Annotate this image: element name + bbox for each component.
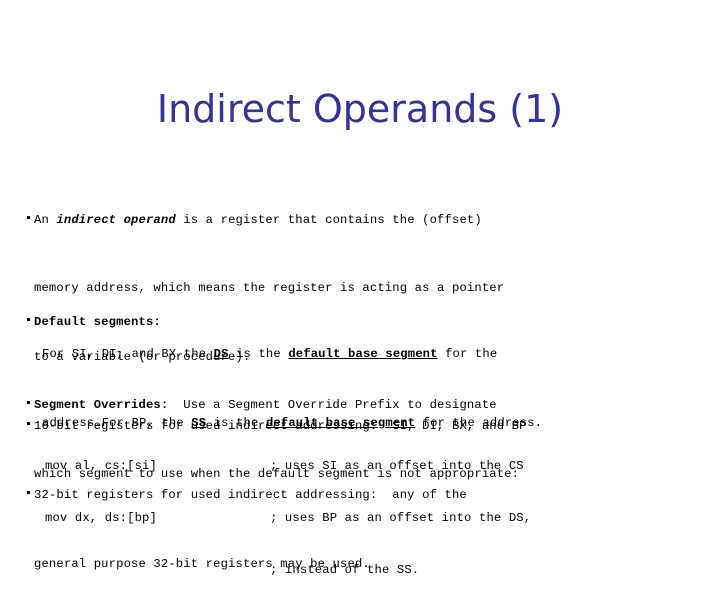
intro-b1-rest: is a register that contains the (offset) <box>175 212 482 227</box>
list-item: An indirect operand is a register that c… <box>27 212 527 229</box>
code-comment-line: ; instead of the SS. <box>270 562 420 577</box>
code-comment-line: ; uses BP as an offset into the DS, <box>270 511 532 526</box>
intro-b1-prefix: An <box>34 212 57 227</box>
code-instructions: mov al, cs:[si] mov dx, ds:[bp] <box>45 424 157 562</box>
ds-l1-b: is the <box>228 347 289 362</box>
list-item: Segment Overrides: Use a Segment Overrid… <box>27 397 519 414</box>
ds-l1-c: for the <box>437 347 498 362</box>
slide-title: Indirect Operands (1) <box>156 87 564 131</box>
default-segments-line1: For SI, DI, and BX the DS is the default… <box>42 346 542 363</box>
default-base-segment-term: default base segment <box>288 347 438 362</box>
segment-overrides-line1-rest: Use a Segment Override Prefix to designa… <box>168 398 497 413</box>
code-comments: ; uses SI as an offset into the CS ; use… <box>270 424 531 613</box>
code-line: mov al, cs:[si] <box>45 459 157 474</box>
ds-register: DS <box>213 347 229 362</box>
segment-overrides-heading: Segment Overrides: <box>34 398 169 413</box>
code-line: mov dx, ds:[bp] <box>45 511 157 526</box>
ds-l1-a: For SI, DI, and BX the <box>42 347 214 362</box>
intro-b1-emphasis: indirect operand <box>56 212 176 227</box>
code-comment-line: ; uses SI as an offset into the CS <box>270 459 524 474</box>
slide-canvas: Indirect Operands (1) An indirect operan… <box>0 0 720 577</box>
